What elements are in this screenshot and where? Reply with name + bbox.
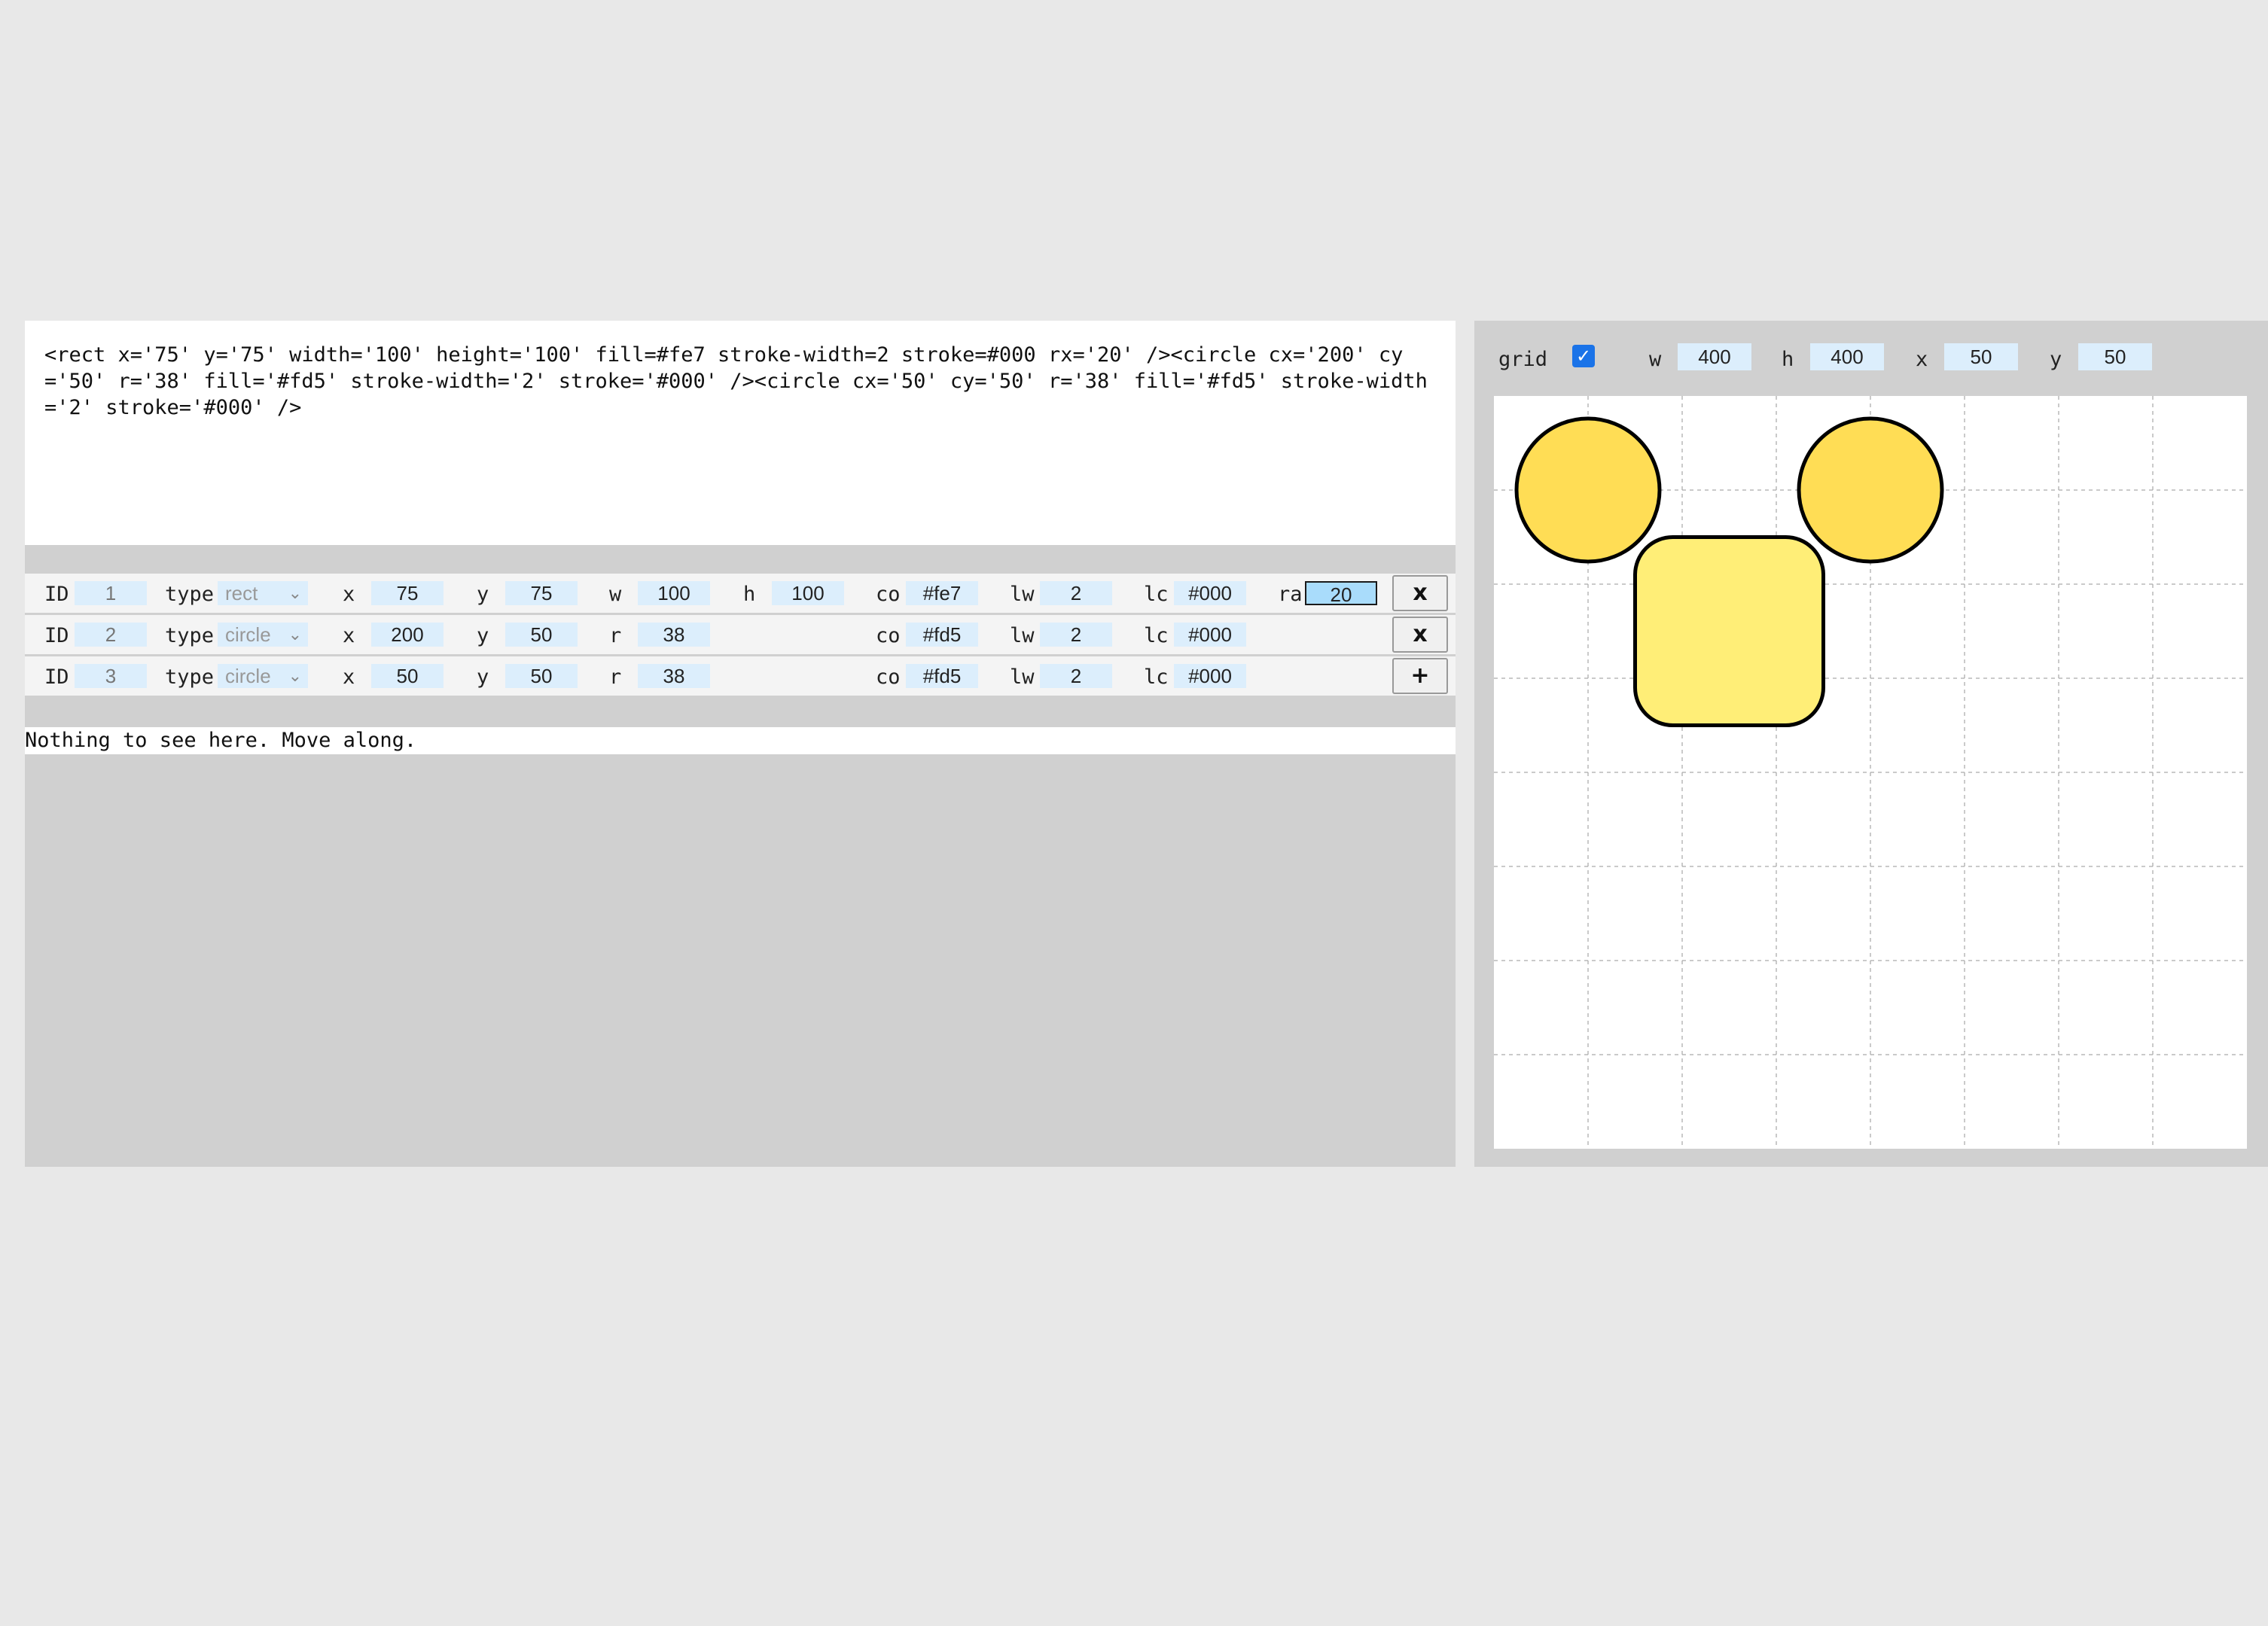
y-label: y	[477, 583, 489, 606]
id-label: ID	[44, 624, 69, 647]
delete-row-button[interactable]: x	[1392, 617, 1448, 653]
id-field[interactable]: 3	[75, 664, 147, 688]
id-field[interactable]: 1	[75, 581, 147, 605]
w-field[interactable]: 100	[638, 581, 710, 605]
svg-code-textarea[interactable]: <rect x='75' y='75' width='100' height='…	[25, 321, 1456, 545]
y-field[interactable]: 75	[505, 581, 578, 605]
type-value: circle	[225, 623, 271, 646]
lc-label: lc	[1144, 665, 1169, 689]
lc-label: lc	[1144, 583, 1169, 606]
delete-row-button[interactable]: x	[1392, 575, 1448, 611]
y-field[interactable]: 50	[505, 623, 578, 647]
y-label: y	[477, 665, 489, 689]
line-color-field[interactable]: #000	[1174, 623, 1246, 647]
r-label: r	[609, 665, 622, 689]
svg-canvas[interactable]	[1494, 396, 2247, 1149]
status-message: Nothing to see here. Move along.	[25, 727, 1456, 754]
lw-label: lw	[1010, 583, 1035, 606]
color-field[interactable]: #fd5	[906, 623, 978, 647]
type-select[interactable]: rect ⌄	[218, 581, 308, 605]
co-label: co	[876, 624, 901, 647]
x-label: x	[343, 624, 355, 647]
type-value: circle	[225, 665, 271, 687]
line-color-field[interactable]: #000	[1174, 664, 1246, 688]
viewbox-x-field[interactable]: 50	[1944, 343, 2018, 370]
type-label: type	[165, 583, 215, 606]
color-field[interactable]: #fd5	[906, 664, 978, 688]
viewbox-y-field[interactable]: 50	[2078, 343, 2152, 370]
add-row-button[interactable]: +	[1392, 658, 1448, 694]
line-width-field[interactable]: 2	[1040, 623, 1112, 647]
grid-label: grid	[1498, 348, 1548, 371]
line-width-field[interactable]: 2	[1040, 664, 1112, 688]
h-label: h	[743, 583, 756, 606]
lc-label: lc	[1144, 624, 1169, 647]
circle-shape[interactable]	[1797, 416, 1944, 564]
co-label: co	[876, 665, 901, 689]
grid-checkbox[interactable]: ✓	[1572, 345, 1595, 367]
shape-rows: ID 1 type rect ⌄ x 75 y 75 w 100 h 100 co…	[25, 574, 1456, 698]
y-field[interactable]: 50	[505, 664, 578, 688]
ra-label: ra	[1278, 583, 1303, 606]
y-label: y	[2050, 348, 2062, 371]
x-label: x	[1916, 348, 1928, 371]
color-field[interactable]: #fe7	[906, 581, 978, 605]
x-field[interactable]: 50	[371, 664, 444, 688]
circle-shape[interactable]	[1514, 416, 1662, 564]
r-field[interactable]: 38	[638, 664, 710, 688]
line-color-field[interactable]: #000	[1174, 581, 1246, 605]
line-width-field[interactable]: 2	[1040, 581, 1112, 605]
lw-label: lw	[1010, 665, 1035, 689]
y-label: y	[477, 624, 489, 647]
rect-shape[interactable]	[1633, 535, 1825, 727]
type-value: rect	[225, 582, 258, 604]
w-label: w	[609, 583, 622, 606]
viewbox-h-field[interactable]: 400	[1810, 343, 1884, 370]
id-label: ID	[44, 583, 69, 606]
x-field[interactable]: 200	[371, 623, 444, 647]
co-label: co	[876, 583, 901, 606]
h-field[interactable]: 100	[772, 581, 844, 605]
r-label: r	[609, 624, 622, 647]
viewer-panel: grid ✓ w 400 h 400 x 50 y 50	[1474, 321, 2268, 1167]
type-label: type	[165, 665, 215, 689]
chevron-down-icon: ⌄	[288, 583, 302, 602]
w-label: w	[1649, 348, 1662, 371]
shape-row-2: ID 2 type circle ⌄ x 200 y 50 r 38 co #fd…	[25, 615, 1456, 654]
chevron-down-icon: ⌄	[288, 666, 302, 685]
shape-row-1: ID 1 type rect ⌄ x 75 y 75 w 100 h 100 co…	[25, 574, 1456, 613]
viewbox-w-field[interactable]: 400	[1678, 343, 1751, 370]
r-field[interactable]: 38	[638, 623, 710, 647]
id-label: ID	[44, 665, 69, 689]
canvas-svg	[1494, 396, 2247, 1149]
type-label: type	[165, 624, 215, 647]
x-field[interactable]: 75	[371, 581, 444, 605]
x-label: x	[343, 665, 355, 689]
type-select[interactable]: circle ⌄	[218, 623, 308, 647]
shape-layer	[1514, 416, 1944, 727]
id-field[interactable]: 2	[75, 623, 147, 647]
type-select[interactable]: circle ⌄	[218, 664, 308, 688]
chevron-down-icon: ⌄	[288, 625, 302, 644]
check-icon: ✓	[1575, 346, 1592, 367]
lw-label: lw	[1010, 624, 1035, 647]
radius-field[interactable]: 20	[1305, 581, 1377, 606]
editor-panel: <rect x='75' y='75' width='100' height='…	[25, 321, 1456, 1167]
x-label: x	[343, 583, 355, 606]
h-label: h	[1782, 348, 1794, 371]
shape-row-3: ID 3 type circle ⌄ x 50 y 50 r 38 co #fd5…	[25, 656, 1456, 696]
